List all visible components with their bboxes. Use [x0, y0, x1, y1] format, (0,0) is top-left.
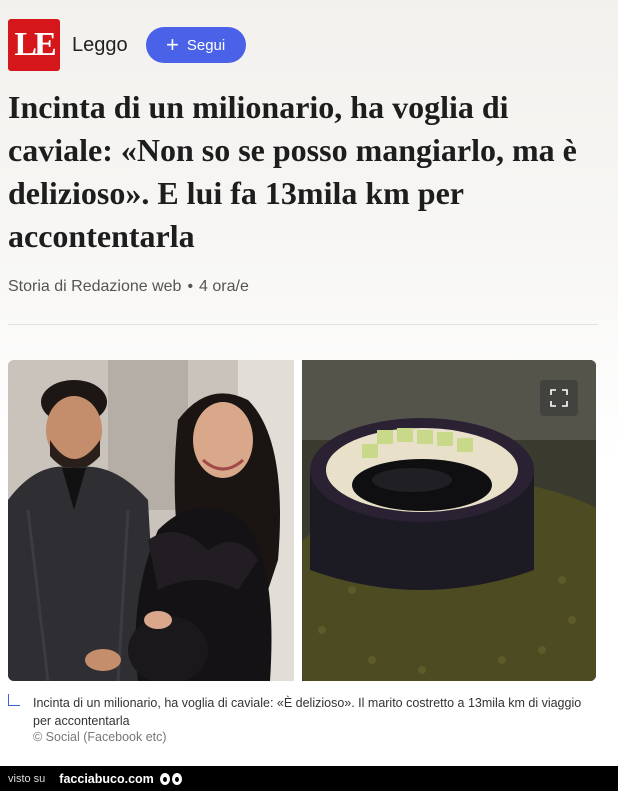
source-header: LE Leggo + Segui [8, 18, 246, 72]
plus-icon: + [166, 32, 179, 57]
caption-corner-icon [8, 694, 20, 706]
expand-icon [550, 389, 568, 407]
byline-author[interactable]: Storia di Redazione web [8, 278, 181, 295]
watermark-footer: visto su facciabuco.com [0, 766, 618, 791]
couple-illustration [8, 360, 294, 681]
follow-button[interactable]: + Segui [145, 27, 246, 63]
logo-text: LE [14, 26, 56, 63]
article-byline: Storia di Redazione web • 4 ora/e [8, 278, 249, 296]
eye-right-icon [171, 772, 182, 785]
byline-separator: • [187, 278, 194, 295]
caviar-dish-photo[interactable] [302, 360, 596, 681]
caption-credit: © Social (Facebook etc) [33, 730, 167, 744]
article-page: LE Leggo + Segui Incinta di un milionari… [0, 0, 618, 766]
source-name[interactable]: Leggo [72, 34, 128, 57]
caption-text: Incinta di un milionario, ha voglia di c… [33, 696, 582, 728]
header-divider [8, 324, 598, 325]
image-gallery[interactable] [8, 360, 596, 681]
article-headline: Incinta di un milionario, ha voglia di c… [8, 89, 577, 254]
leggo-logo[interactable]: LE [8, 19, 60, 71]
footer-site-name[interactable]: facciabuco.com [59, 772, 153, 786]
couple-photo[interactable] [8, 360, 294, 681]
expand-button[interactable] [540, 380, 578, 416]
footer-visto-su: visto su [8, 772, 46, 785]
follow-label: Segui [186, 36, 226, 54]
byline-time: 4 ora/e [199, 278, 249, 295]
eye-left-icon [159, 772, 170, 785]
eyes-logo-icon [159, 772, 184, 785]
